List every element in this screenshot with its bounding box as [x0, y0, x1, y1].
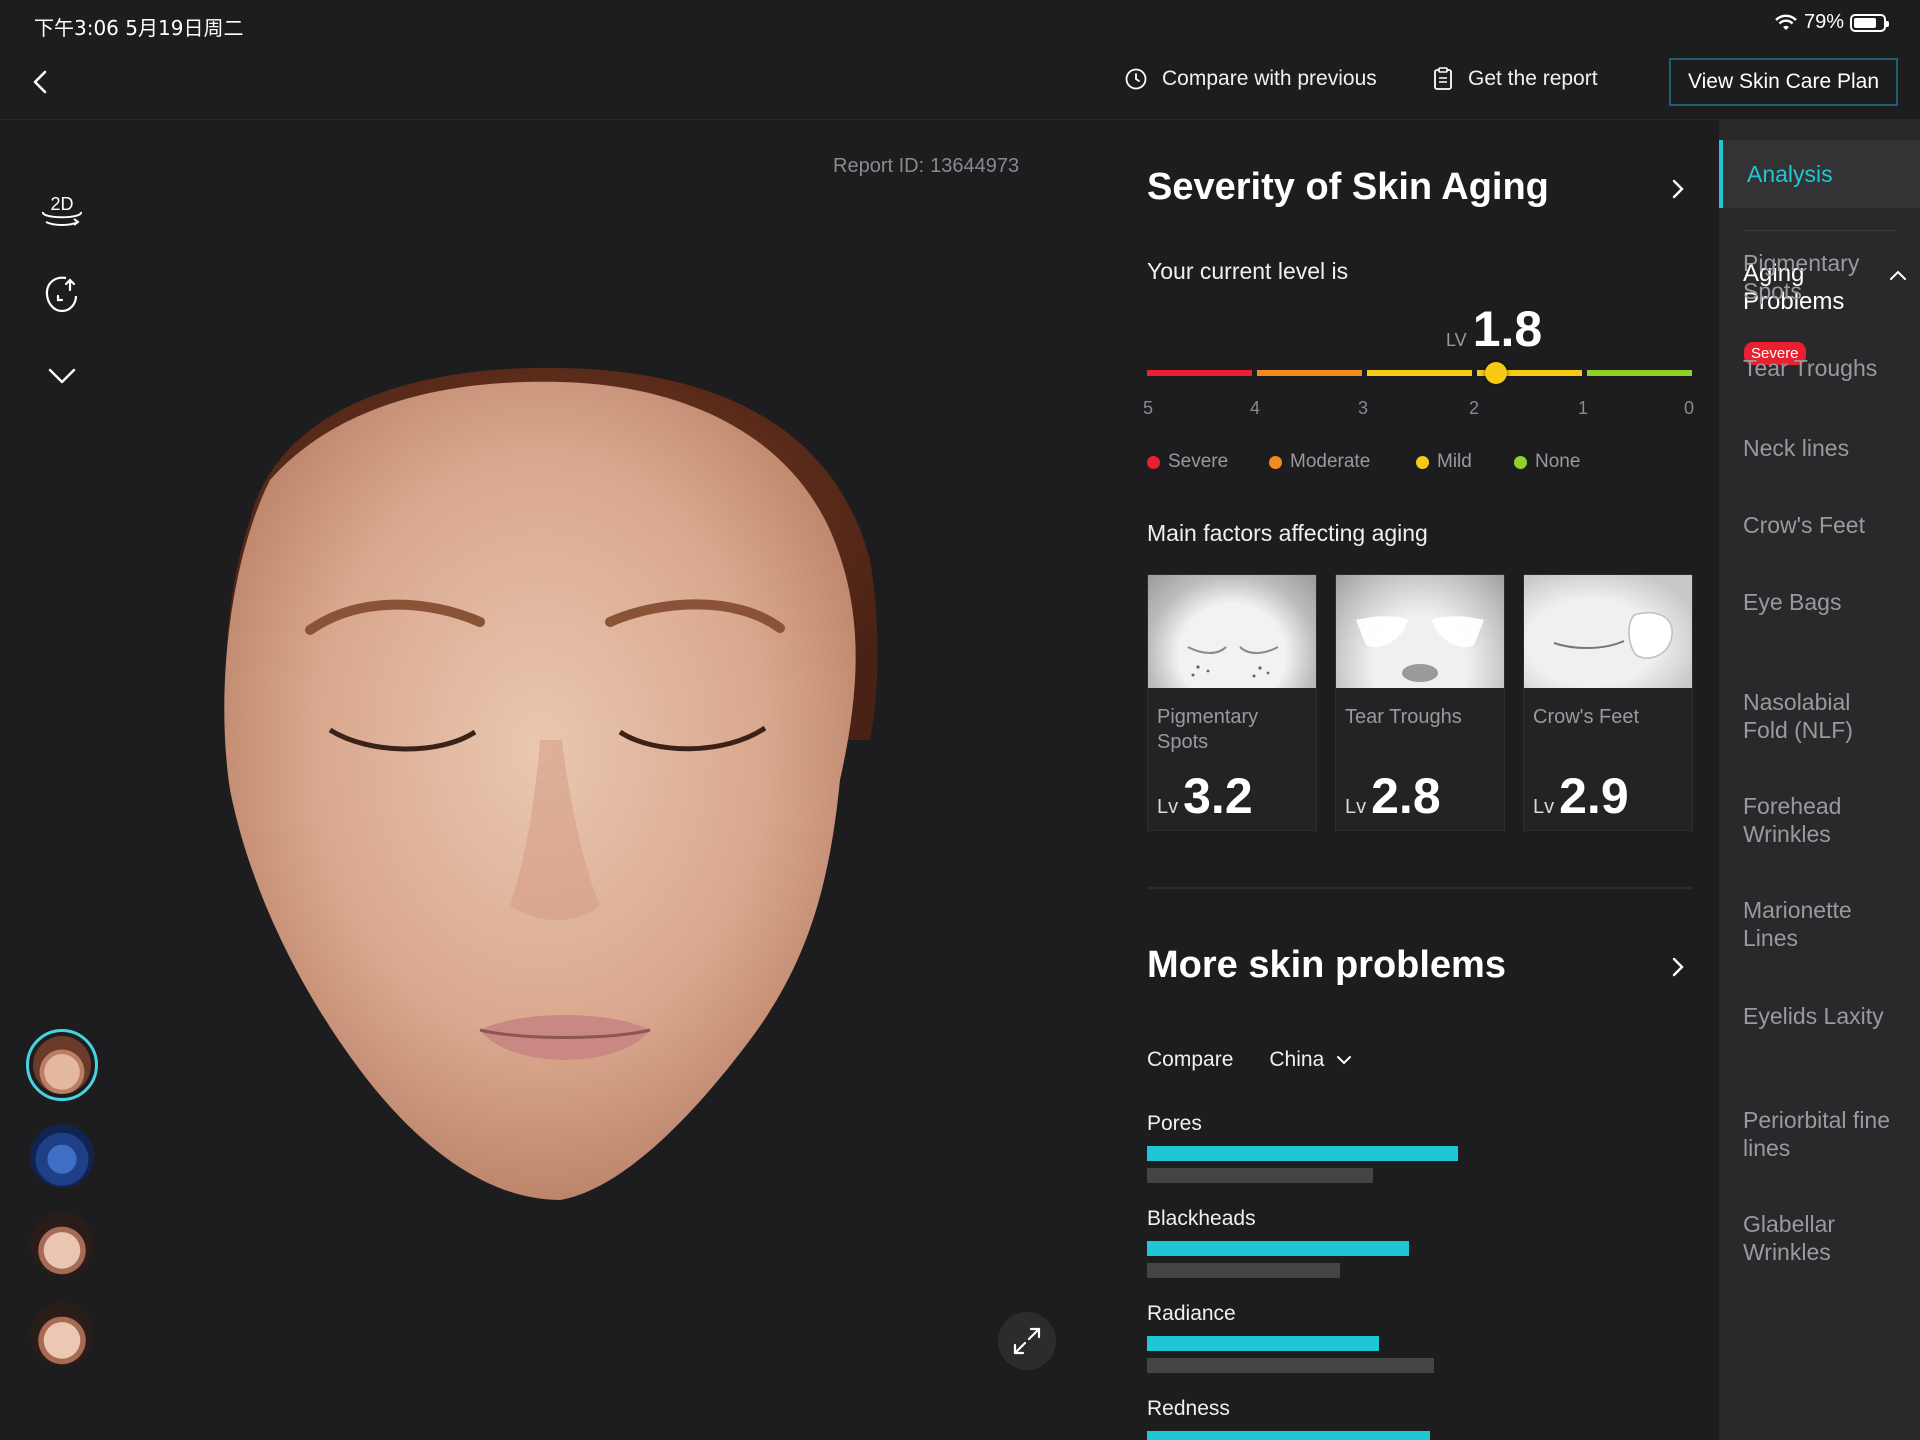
compare-row: Compare China: [1147, 1048, 1352, 1072]
get-report-button[interactable]: Get the report: [1432, 67, 1598, 91]
bar-region-average: [1147, 1168, 1373, 1183]
face-thumbnail-uv[interactable]: [30, 1124, 94, 1188]
clipboard-icon: [1434, 67, 1452, 90]
bar-region-average: [1147, 1263, 1340, 1278]
scale-tick: 1: [1578, 398, 1589, 418]
sidebar-item[interactable]: Periorbital fine lines: [1743, 1106, 1893, 1162]
3d-face-render[interactable]: [190, 360, 910, 1210]
scale-tick: 3: [1358, 398, 1369, 418]
current-level-prefix: LV: [1446, 330, 1467, 350]
report-id: Report ID: 13644973: [833, 155, 1019, 178]
pigmentary-spots-illustration: [1148, 575, 1316, 688]
current-level: LV 1.8: [1446, 300, 1542, 358]
scale-tick: 5: [1143, 398, 1154, 418]
chevron-down-icon: [1337, 1056, 1352, 1065]
face-thumbnail-4[interactable]: [30, 1302, 94, 1366]
sidebar-item[interactable]: Crow's Feet: [1743, 511, 1893, 539]
sidebar-item[interactable]: Nasolabial Fold (NLF): [1743, 688, 1893, 744]
aging-section-title: Severity of Skin Aging: [1147, 166, 1549, 208]
bar-label: Redness: [1147, 1397, 1230, 1420]
scale-segment-moderate: [1257, 370, 1362, 376]
factor-level: Lv 3.2: [1157, 768, 1253, 824]
factor-name: Crow's Feet: [1533, 706, 1640, 728]
bar-label: Pores: [1147, 1112, 1202, 1135]
factor-level: Lv 2.9: [1533, 768, 1629, 824]
sidebar-item[interactable]: Tear Troughs: [1743, 354, 1893, 382]
bar-label: Radiance: [1147, 1302, 1236, 1325]
scale-tick: 4: [1250, 398, 1261, 418]
clock-icon: [1125, 68, 1147, 90]
region-dropdown[interactable]: China: [1269, 1048, 1352, 1072]
factor-card-crows-feet[interactable]: Crow's Feet Lv 2.9: [1523, 574, 1693, 831]
sidebar-item[interactable]: Pigmentary Spots: [1743, 249, 1893, 305]
legend-moderate: Moderate: [1269, 451, 1370, 473]
top-toolbar: Compare with previous Get the report Vie…: [0, 44, 1920, 120]
rotate-face-icon[interactable]: [38, 270, 86, 318]
aging-chevron-right-icon[interactable]: [1667, 178, 1689, 200]
compare-previous-button[interactable]: Compare with previous: [1124, 67, 1377, 91]
compare-label: Compare: [1147, 1048, 1234, 1071]
bar-user-value: [1147, 1241, 1409, 1256]
scale-tick: 2: [1469, 398, 1480, 418]
factor-level: Lv 2.8: [1345, 768, 1441, 824]
scale-segment-severe: [1147, 370, 1252, 376]
region-value: China: [1269, 1048, 1325, 1071]
compare-previous-label: Compare with previous: [1162, 67, 1377, 90]
factor-name: Tear Troughs: [1345, 706, 1462, 728]
section-divider: [1147, 887, 1692, 889]
sidebar-item[interactable]: Forehead Wrinkles: [1743, 792, 1893, 848]
legend-mild: Mild: [1416, 451, 1472, 473]
more-problems-title: More skin problems: [1147, 944, 1506, 986]
status-indicators: 79%: [1774, 11, 1889, 34]
sidebar-item[interactable]: Eyelids Laxity: [1743, 1002, 1893, 1030]
bar-region-average: [1147, 1358, 1434, 1373]
status-time: 下午3:06 5月19日周二: [34, 16, 244, 40]
sidebar-item-analysis[interactable]: Analysis: [1719, 140, 1920, 208]
factor-card-tear-troughs[interactable]: Tear Troughs Lv 2.8: [1335, 574, 1505, 831]
tear-troughs-illustration: [1336, 575, 1504, 688]
sidebar-item[interactable]: Neck lines: [1743, 434, 1893, 462]
sidebar-divider: [1743, 230, 1895, 231]
sidebar-analysis-label: Analysis: [1747, 161, 1833, 187]
scale-segment-none: [1587, 370, 1692, 376]
bar-user-value: [1147, 1431, 1430, 1440]
bar-label: Blackheads: [1147, 1207, 1256, 1230]
scale-segment-mild-1: [1367, 370, 1472, 376]
report-id-label: Report ID:: [833, 155, 925, 177]
battery-percent: 79%: [1803, 11, 1844, 33]
factor-card-pigmentary-spots[interactable]: Pigmentary Spots Lv 3.2: [1147, 574, 1317, 831]
sidebar-item[interactable]: Glabellar Wrinkles: [1743, 1210, 1893, 1266]
right-sidebar: Analysis Aging Problems Severe Pigmentar…: [1719, 120, 1920, 1440]
face-thumbnail-natural[interactable]: [26, 1029, 98, 1101]
sidebar-item[interactable]: Marionette Lines: [1743, 896, 1893, 952]
status-bar: 下午3:06 5月19日周二 79%: [0, 0, 1920, 44]
crows-feet-illustration: [1524, 575, 1692, 688]
svg-text:2D: 2D: [50, 194, 73, 214]
sidebar-item[interactable]: Eye Bags: [1743, 588, 1893, 616]
scale-level-marker: [1485, 362, 1507, 384]
expand-icon: [1013, 1327, 1041, 1355]
legend-severe: Severe: [1147, 451, 1228, 473]
scale-tick: 0: [1684, 398, 1695, 418]
chevron-down-icon[interactable]: [38, 352, 86, 400]
2d-3d-toggle-icon[interactable]: 2D: [38, 186, 86, 234]
back-arrow-icon[interactable]: [20, 62, 60, 102]
battery-icon: [1850, 13, 1889, 32]
factor-name: Pigmentary Spots: [1157, 706, 1259, 753]
bar-user-value: [1147, 1336, 1379, 1351]
current-level-value: 1.8: [1472, 301, 1543, 357]
more-problems-chevron-right-icon[interactable]: [1667, 956, 1689, 978]
bar-user-value: [1147, 1146, 1458, 1161]
severity-scale: [1147, 362, 1692, 384]
face-thumbnail-3[interactable]: [30, 1212, 94, 1276]
legend-none: None: [1514, 451, 1580, 473]
wifi-icon: [1775, 14, 1797, 30]
current-level-intro: Your current level is: [1147, 258, 1349, 284]
factors-title: Main factors affecting aging: [1147, 520, 1428, 546]
report-id-value: 13644973: [930, 155, 1020, 177]
view-skin-care-plan-button[interactable]: View Skin Care Plan: [1669, 58, 1898, 106]
get-report-label: Get the report: [1468, 67, 1598, 90]
fullscreen-button[interactable]: [998, 1312, 1056, 1370]
